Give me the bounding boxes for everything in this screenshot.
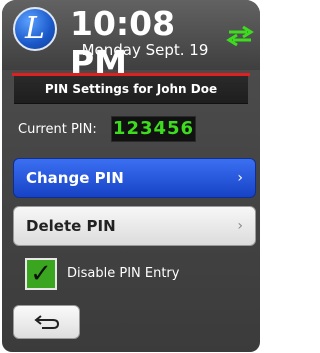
back-button[interactable] — [13, 305, 80, 339]
current-pin-label: Current PIN: — [18, 122, 97, 137]
delete-pin-button[interactable]: Delete PIN › — [13, 206, 256, 246]
device-screen: L 10:08 PM Monday Sept. 19 PIN Settings … — [2, 0, 260, 352]
clock-date: Monday Sept. 19 — [81, 41, 209, 59]
delete-pin-label: Delete PIN — [26, 217, 116, 235]
chevron-right-icon: › — [237, 218, 243, 234]
chevron-right-icon: › — [237, 170, 243, 186]
change-pin-button[interactable]: Change PIN › — [13, 158, 256, 198]
checkmark-icon: ✓ — [30, 259, 52, 289]
sync-arrows-icon[interactable] — [225, 26, 255, 46]
current-pin-value: 123456 — [111, 116, 196, 142]
logo-letter: L — [25, 11, 45, 46]
back-arrow-icon — [34, 315, 60, 329]
status-header: L 10:08 PM Monday Sept. 19 — [2, 0, 260, 82]
disable-pin-entry-label: Disable PIN Entry — [67, 266, 180, 281]
disable-pin-entry-checkbox[interactable]: ✓ — [25, 258, 57, 290]
change-pin-label: Change PIN — [26, 169, 124, 187]
page-title: PIN Settings for John Doe — [14, 76, 248, 104]
app-logo: L — [13, 7, 57, 51]
